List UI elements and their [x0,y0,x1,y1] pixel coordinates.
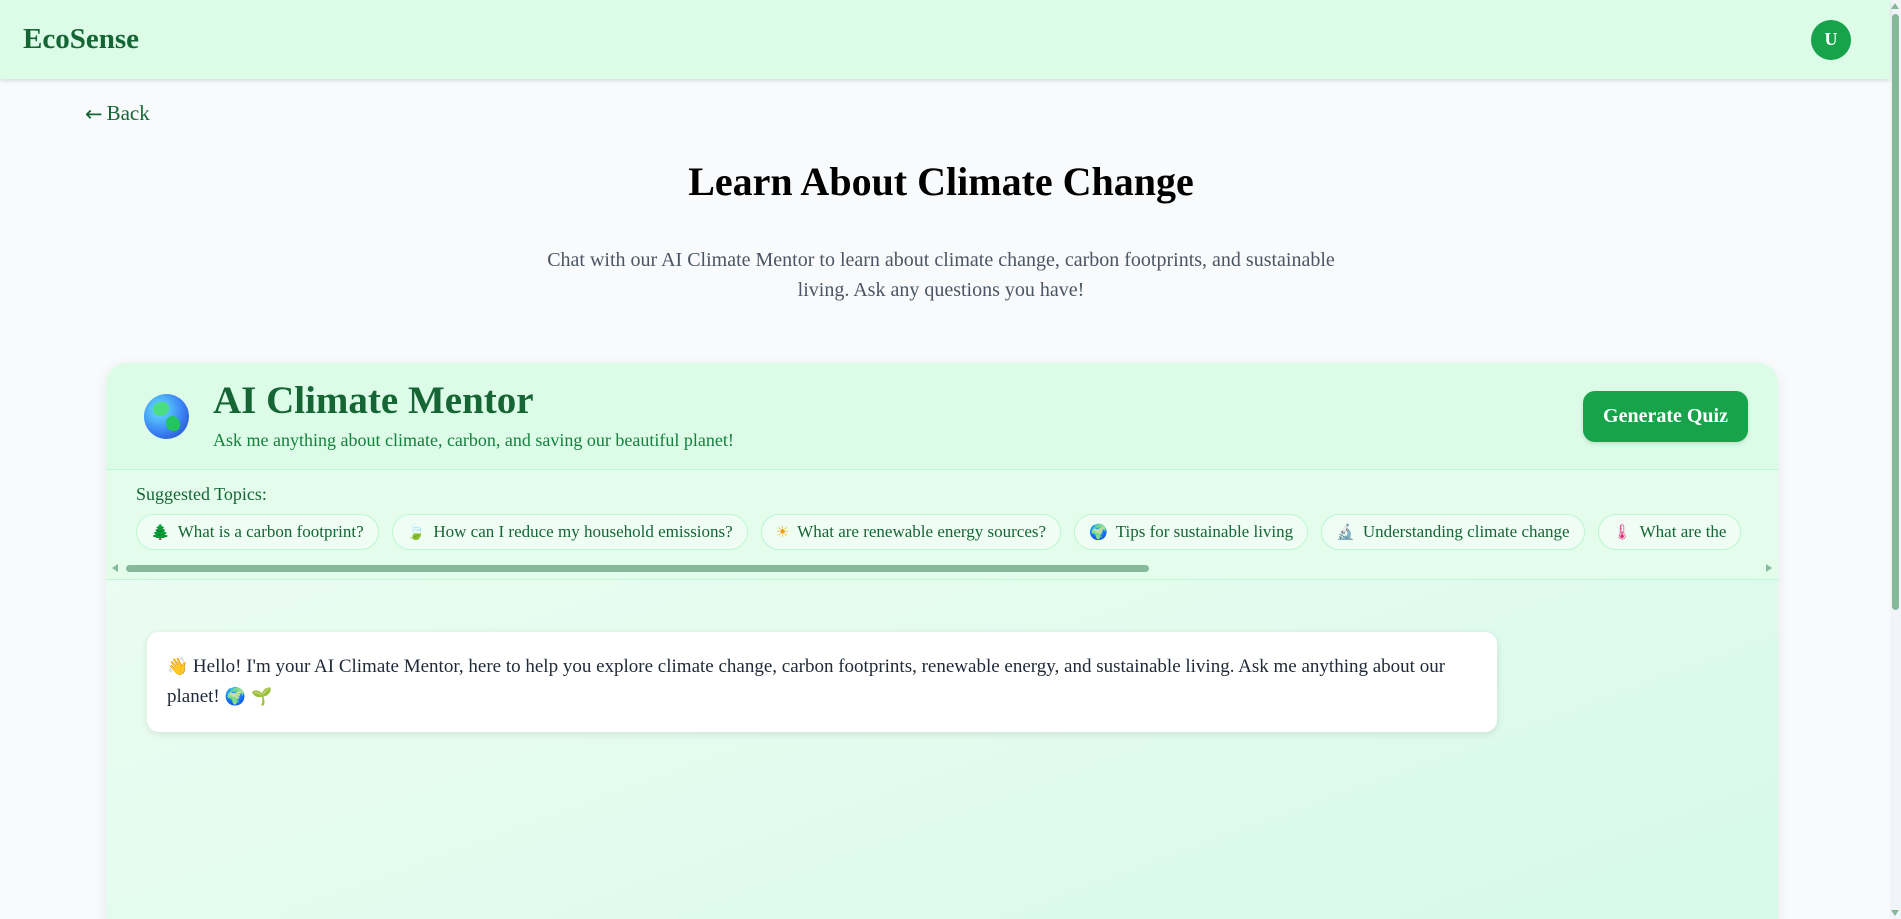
scroll-down-arrow-icon[interactable] [1891,910,1899,916]
waving-hand-icon: 👋 [167,657,189,677]
topic-chip-what-are-the[interactable]: 🌡 What are the [1597,514,1742,550]
leaf-icon: 🍃 [406,523,426,541]
mentor-subtitle: Ask me anything about climate, carbon, a… [213,430,734,450]
chat-card: AI Climate Mentor Ask me anything about … [106,363,1778,919]
chat-header: AI Climate Mentor Ask me anything about … [106,363,1778,470]
topic-label: Tips for sustainable living [1115,522,1294,541]
suggested-topics: Suggested Topics: 🌲 What is a carbon foo… [106,470,1778,580]
scroll-up-arrow-icon[interactable] [1891,3,1899,9]
scrollbar-thumb[interactable] [126,565,1149,572]
message-text: Hello! I'm your AI Climate Mentor, here … [167,656,1446,707]
assistant-message: 👋 Hello! I'm your AI Climate Mentor, her… [147,632,1497,732]
sun-icon: ☀ [775,523,790,541]
thermometer-icon: 🌡 [1612,523,1632,541]
topics-row: 🌲 What is a carbon footprint? 🍃 How can … [136,514,1761,552]
topic-chip-renewable-energy[interactable]: ☀ What are renewable energy sources? [760,514,1062,550]
topic-label: How can I reduce my household emissions? [433,522,733,541]
mentor-title: AI Climate Mentor [213,379,534,422]
page-scrollbar-thumb[interactable] [1892,14,1899,610]
topic-chip-household-emissions[interactable]: 🍃 How can I reduce my household emission… [391,514,748,550]
tree-icon: 🌲 [151,523,170,541]
scroll-right-arrow-icon[interactable] [1766,564,1772,572]
topic-label: What are the [1639,522,1727,541]
topic-chip-sustainable-living[interactable]: 🌍 Tips for sustainable living [1074,514,1309,550]
topic-label: What is a carbon footprint? [177,522,364,541]
page-description: Chat with our AI Climate Mentor to learn… [547,249,1335,301]
scroll-left-arrow-icon[interactable] [112,564,118,572]
top-navbar: EcoSense U [0,0,1890,79]
globe-icon [144,394,189,439]
topics-horizontal-scrollbar[interactable] [112,563,1772,573]
user-avatar[interactable]: U [1811,19,1851,60]
page-title: Learn About Climate Change [688,159,1194,204]
page: EcoSense U ← Back Learn About Climate Ch… [0,0,1901,919]
back-link[interactable]: ← Back [85,101,150,126]
back-link-label: Back [106,101,150,125]
topic-chip-climate-change[interactable]: 🔬 Understanding climate change [1321,514,1585,550]
topic-chip-carbon-footprint[interactable]: 🌲 What is a carbon footprint? [136,514,379,550]
page-vertical-scrollbar[interactable] [1890,0,1901,919]
earth-seedling-icons: 🌍 🌱 [224,687,273,707]
topic-label: What are renewable energy sources? [797,522,1047,541]
generate-quiz-button[interactable]: Generate Quiz [1583,391,1748,442]
brand-logo[interactable]: EcoSense [23,23,139,56]
topic-label: Understanding climate change [1362,522,1570,541]
back-arrow-icon: ← [85,101,103,126]
earth-icon: 🌍 [1089,523,1108,541]
suggested-topics-label: Suggested Topics: [136,484,267,504]
microscope-icon: 🔬 [1336,523,1355,541]
